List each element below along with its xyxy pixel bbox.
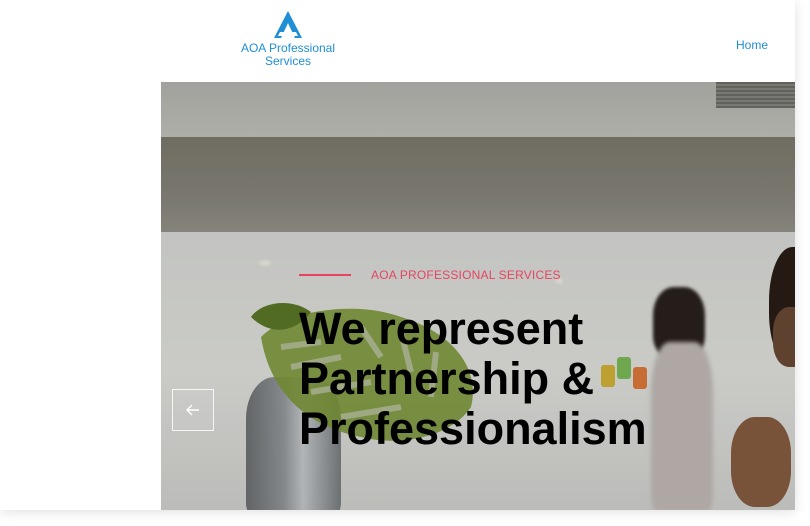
hero-headline-line-1: We represent [299, 303, 584, 354]
nav-home-link[interactable]: Home [736, 38, 768, 52]
eyebrow-divider [299, 274, 351, 276]
site-header: AOA Professional Services Home [0, 0, 795, 82]
aoa-logo-icon [274, 11, 302, 38]
site-logo[interactable]: AOA Professional Services [228, 8, 348, 68]
hero-headline: We represent Partnership & Professionali… [299, 304, 779, 454]
hero-eyebrow-text: AOA PROFESSIONAL SERVICES [371, 268, 561, 282]
hero-headline-line-2: Partnership & [299, 353, 595, 404]
logo-text-line2: Services [264, 54, 311, 68]
browser-viewport: AOA Professional Services Home AOA PROFE… [0, 0, 795, 510]
slider-prev-button[interactable] [172, 389, 214, 431]
hero-headline-line-3: Professionalism [299, 403, 647, 454]
hero-eyebrow: AOA PROFESSIONAL SERVICES [299, 268, 561, 282]
arrow-left-icon [186, 404, 199, 416]
hero-slider: AOA PROFESSIONAL SERVICES We represent P… [161, 82, 795, 510]
